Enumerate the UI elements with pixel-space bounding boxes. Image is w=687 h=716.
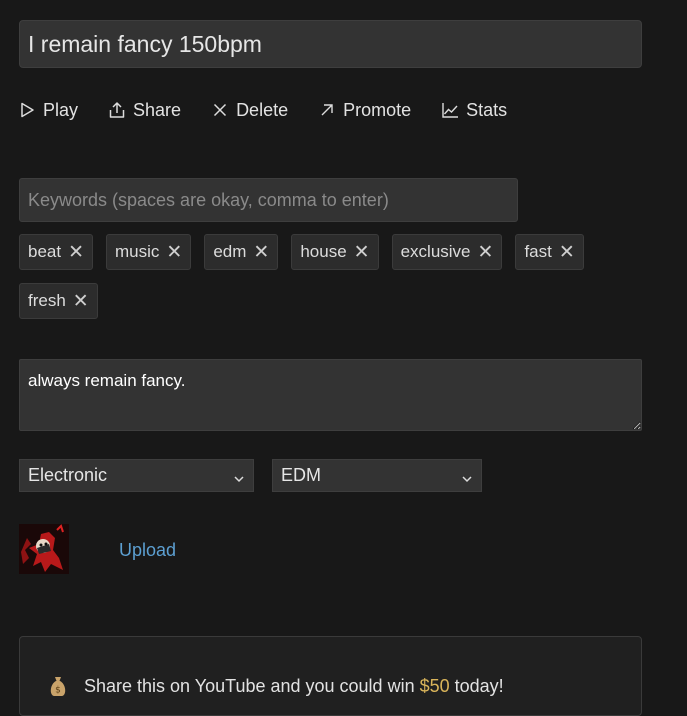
subgenre-select-value: EDM <box>281 465 321 485</box>
remove-tag-icon[interactable]: ✕ <box>166 243 182 262</box>
share-icon <box>107 100 127 120</box>
keyword-tag: house ✕ <box>291 234 379 270</box>
upload-link[interactable]: Upload <box>119 540 176 561</box>
delete-label: Delete <box>236 99 289 120</box>
tag-label: house <box>300 242 347 261</box>
remove-tag-icon[interactable]: ✕ <box>73 292 89 311</box>
keywords-input[interactable] <box>19 178 518 222</box>
description-textarea[interactable]: always remain fancy. <box>19 359 642 431</box>
tag-label: beat <box>28 242 62 261</box>
chart-line-icon <box>440 100 460 120</box>
stats-label: Stats <box>466 99 508 120</box>
genre-select-value: Electronic <box>28 465 108 485</box>
close-icon <box>210 100 230 120</box>
keyword-tag: exclusive ✕ <box>391 234 503 270</box>
promo-amount: $50 <box>419 675 450 696</box>
share-button[interactable]: Share <box>107 100 181 121</box>
tag-label: fast <box>524 242 552 261</box>
tag-label: fresh <box>28 291 66 310</box>
keyword-tag: fast ✕ <box>515 234 584 270</box>
svg-text:$: $ <box>55 686 61 696</box>
keyword-tag: edm ✕ <box>204 234 279 270</box>
keyword-tag: music ✕ <box>106 234 192 270</box>
promo-text-before: Share this on YouTube and you could win <box>84 675 415 696</box>
chevron-down-icon <box>233 469 245 483</box>
action-bar: Play Share Delete Promote Stats <box>17 96 536 124</box>
tag-label: music <box>115 242 160 261</box>
chevron-down-icon <box>461 469 473 483</box>
promo-card: $ Share this on YouTube and you could wi… <box>19 636 642 716</box>
delete-button[interactable]: Delete <box>210 100 288 121</box>
subgenre-select[interactable]: EDM <box>272 459 482 492</box>
promote-button[interactable]: Promote <box>317 100 411 121</box>
play-icon <box>17 100 37 120</box>
play-label: Play <box>43 99 79 120</box>
tag-label: exclusive <box>400 242 471 261</box>
keyword-tag: beat ✕ <box>19 234 94 270</box>
remove-tag-icon[interactable]: ✕ <box>559 243 575 262</box>
play-button[interactable]: Play <box>17 100 78 121</box>
promo-message: $ Share this on YouTube and you could wi… <box>48 675 504 697</box>
cover-art-thumbnail <box>19 524 69 574</box>
remove-tag-icon[interactable]: ✕ <box>354 243 370 262</box>
stats-button[interactable]: Stats <box>440 100 507 121</box>
share-label: Share <box>133 99 182 120</box>
money-bag-icon: $ <box>48 675 68 697</box>
genre-select[interactable]: Electronic <box>19 459 254 492</box>
keyword-tag: fresh ✕ <box>19 283 98 319</box>
remove-tag-icon[interactable]: ✕ <box>253 243 269 262</box>
promo-text-after: today! <box>454 675 504 696</box>
arrow-up-right-icon <box>317 100 337 120</box>
remove-tag-icon[interactable]: ✕ <box>478 243 494 262</box>
keyword-tags: beat ✕ music ✕ edm ✕ house ✕ exclusive ✕ fast… <box>19 234 619 332</box>
tag-label: edm <box>213 242 247 261</box>
title-input[interactable] <box>19 20 642 68</box>
promote-label: Promote <box>343 99 412 120</box>
remove-tag-icon[interactable]: ✕ <box>68 243 84 262</box>
